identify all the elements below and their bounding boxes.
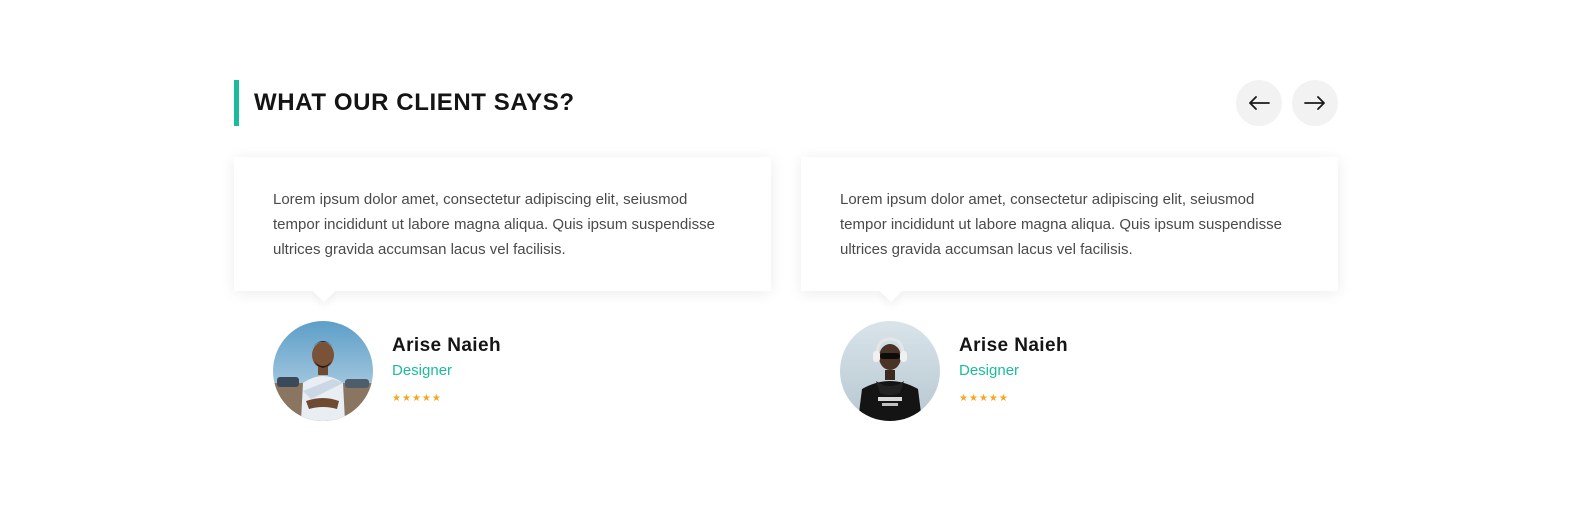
prev-button[interactable] [1236,80,1282,126]
quote-box: Lorem ipsum dolor amet, consectetur adip… [234,157,771,291]
arrow-left-icon [1249,96,1270,110]
star-icon: ★ [392,393,401,404]
avatar-photo [273,321,373,421]
rating-stars: ★ ★ ★ ★ ★ [959,394,1008,404]
title-accent-bar [234,80,239,126]
author-info: Arise Naieh Designer ★ ★ ★ ★ ★ [840,321,1320,421]
rating-stars: ★ ★ ★ ★ ★ [392,394,441,404]
star-icon: ★ [968,393,978,404]
testimonial-card: Lorem ipsum dolor amet, consectetur adip… [801,157,1338,427]
quote-box: Lorem ipsum dolor amet, consectetur adip… [801,157,1338,291]
author-role: Designer [392,362,453,379]
author-name: Arise Naieh [959,335,1068,356]
testimonials-section: WHAT OUR CLIENT SAYS? Lorem ipsum dolor … [234,80,1338,421]
author-info: Arise Naieh Designer ★ ★ ★ ★ ★ [273,321,753,421]
star-icon: ★ [431,393,441,404]
author-name: Arise Naieh [392,335,501,356]
star-icon: ★ [998,393,1008,404]
avatar [840,321,940,421]
star-icon: ★ [411,393,421,404]
star-icon: ★ [978,393,988,404]
arrow-right-icon [1304,96,1325,110]
star-icon: ★ [401,393,411,404]
quote-text: Lorem ipsum dolor amet, consectetur adip… [273,191,715,258]
testimonial-card: Lorem ipsum dolor amet, consectetur adip… [234,157,771,427]
star-icon: ★ [959,393,968,404]
next-button[interactable] [1292,80,1338,126]
testimonial-list: Lorem ipsum dolor amet, consectetur adip… [234,157,1338,427]
carousel-nav [1236,80,1338,126]
section-header: WHAT OUR CLIENT SAYS? [234,80,1338,126]
star-icon: ★ [988,393,998,404]
star-icon: ★ [421,393,431,404]
avatar [273,321,373,421]
author-role: Designer [959,362,1020,379]
quote-text: Lorem ipsum dolor amet, consectetur adip… [840,191,1282,258]
section-title: WHAT OUR CLIENT SAYS? [254,89,575,116]
avatar-photo [840,321,940,421]
